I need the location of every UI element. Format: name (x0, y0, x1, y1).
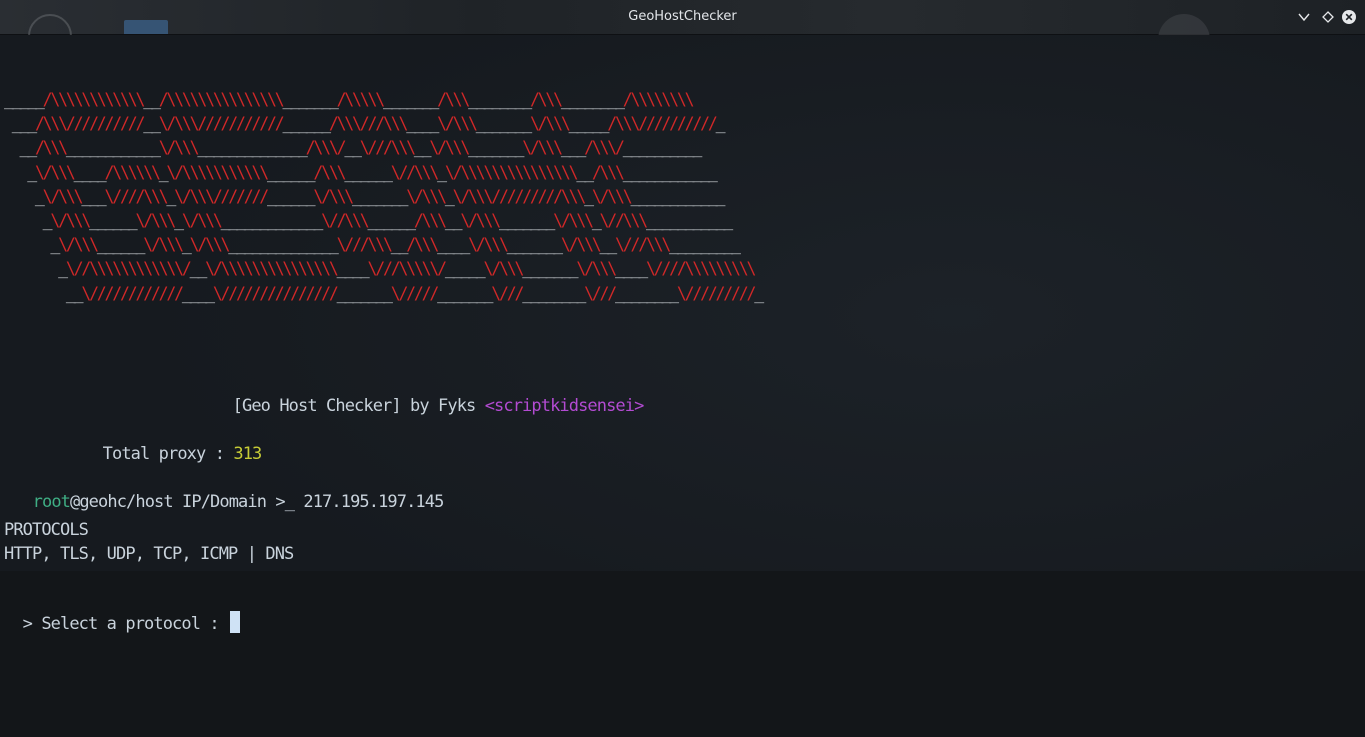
host-value: 217.195.197.145 (303, 492, 444, 512)
banner-line: _\/\\\______\/\\\_\/\\\_____________\//\… (4, 211, 734, 231)
app-header-title: [Geo Host Checker] by Fyks (232, 396, 485, 416)
protocols-list: HTTP, TLS, UDP, TCP, ICMP | DNS (4, 544, 294, 564)
protocols-heading: PROTOCOLS (4, 520, 89, 540)
close-icon (1342, 10, 1356, 24)
diamond-icon (1322, 11, 1334, 23)
total-proxy-value: 313 (233, 444, 262, 464)
window-titlebar[interactable]: GeoHostChecker (0, 0, 1365, 66)
total-proxy-label: Total proxy : (102, 444, 234, 464)
banner-line: ___/\\\//////////__\/\\\///////////_____… (4, 114, 726, 134)
host-prompt-line: root@geohc/host IP/Domain >_ 217.195.197… (14, 472, 445, 512)
total-proxy-line: Total proxy : 313 (84, 424, 263, 464)
prompt-user: root (32, 492, 71, 512)
window-title: GeoHostChecker (628, 9, 737, 24)
prompt-path: @geohc/host IP/Domain >_ (70, 492, 304, 512)
banner-line: _\/\\\______\/\\\_\/\\\______________\//… (4, 235, 741, 255)
banner-line: _____/\\\\\\\\\\\\__/\\\\\\\\\\\\\\\____… (4, 90, 695, 109)
banner-line: __/\\\____________\/\\\______________/\\… (4, 138, 702, 158)
select-protocol-label: > Select a protocol : (22, 614, 229, 634)
author-handle: <scriptkidsensei> (484, 396, 645, 416)
ascii-banner: _____/\\\\\\\\\\\\__/\\\\\\\\\\\\\\\____… (4, 88, 764, 306)
minimize-button[interactable] (1296, 9, 1312, 25)
app-header: [Geo Host Checker] by Fyks <scriptkidsen… (214, 376, 645, 416)
text-cursor (230, 611, 241, 633)
banner-line: __\////////////____\///////////////_____… (4, 283, 764, 303)
banner-line: _\//\\\\\\\\\\\\/__\/\\\\\\\\\\\\\\\____… (4, 259, 756, 279)
banner-line: _\/\\\___\////\\\_\/\\\///////______\/\\… (4, 186, 726, 206)
banner-line: _\/\\\____/\\\\\\_\/\\\\\\\\\\\______/\\… (4, 162, 718, 182)
maximize-button[interactable] (1320, 9, 1336, 25)
select-protocol-line[interactable]: > Select a protocol : (4, 591, 241, 634)
close-button[interactable] (1341, 9, 1357, 25)
chevron-down-icon (1298, 13, 1310, 22)
